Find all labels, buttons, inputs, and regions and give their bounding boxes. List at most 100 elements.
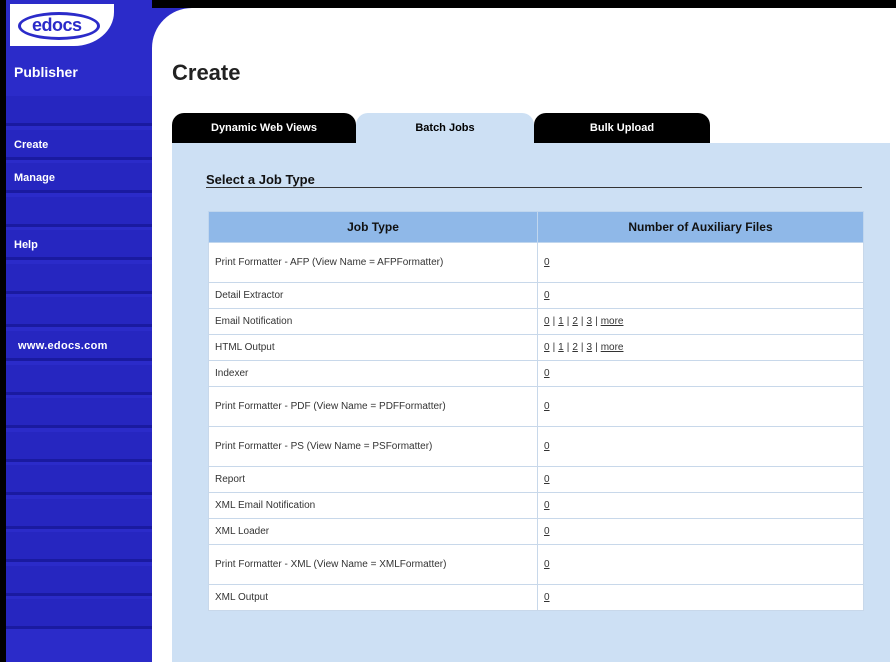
tab-dynamic-web-views[interactable]: Dynamic Web Views — [172, 113, 356, 143]
table-row: HTML Output 0 | 1 | 2 | 3 | more — [208, 334, 864, 361]
aux-files-cell: 0 | 1 | 2 | 3 | more — [537, 334, 864, 361]
table-row: Email Notification 0 | 1 | 2 | 3 | more — [208, 308, 864, 335]
column-header-job-type: Job Type — [208, 211, 538, 243]
section-title: Select a Job Type — [206, 172, 315, 187]
more-link[interactable]: more — [601, 342, 624, 353]
sidebar-spacer — [6, 532, 152, 562]
job-type-cell: XML Email Notification — [208, 492, 538, 519]
table-body: Print Formatter - AFP (View Name = AFPFo… — [208, 242, 864, 611]
table-row: Detail Extractor 0 — [208, 282, 864, 309]
sidebar-spacer — [6, 297, 152, 327]
job-type-cell: Print Formatter - XML (View Name = XMLFo… — [208, 544, 538, 585]
aux-files-link[interactable]: 1 — [558, 342, 564, 353]
job-type-cell: HTML Output — [208, 334, 538, 361]
sidebar-item-label[interactable]: Help — [14, 239, 38, 251]
sidebar-spacer — [6, 96, 152, 126]
job-type-cell: Detail Extractor — [208, 282, 538, 309]
job-type-cell: XML Output — [208, 584, 538, 611]
link-separator: | — [580, 342, 584, 353]
sidebar-item-www[interactable]: www.edocs.com — [6, 331, 152, 361]
sidebar: edocs Publisher Create Manage Help www.e… — [6, 0, 152, 662]
aux-files-link[interactable]: 0 — [544, 257, 550, 268]
sidebar-spacer — [6, 465, 152, 495]
aux-files-cell: 0 — [537, 386, 864, 427]
job-type-cell: Indexer — [208, 360, 538, 387]
aux-files-link[interactable]: 0 — [544, 290, 550, 301]
aux-files-link[interactable]: 0 — [544, 342, 550, 353]
sidebar-spacer — [6, 398, 152, 428]
aux-files-cell: 0 — [537, 584, 864, 611]
sidebar-spacer — [6, 197, 152, 227]
top-bar — [152, 0, 896, 8]
edocs-logo[interactable]: edocs — [10, 4, 114, 46]
job-type-cell: Print Formatter - AFP (View Name = AFPFo… — [208, 242, 538, 283]
link-separator: | — [595, 342, 598, 353]
table-row: Print Formatter - PDF (View Name = PDFFo… — [208, 386, 864, 427]
aux-files-cell: 0 — [537, 492, 864, 519]
sidebar-spacer — [6, 264, 152, 294]
sidebar-spacer — [6, 432, 152, 462]
aux-files-cell: 0 — [537, 466, 864, 493]
aux-files-link[interactable]: 0 — [544, 500, 550, 511]
aux-files-link[interactable]: 0 — [544, 316, 550, 327]
table-row: Indexer 0 — [208, 360, 864, 387]
sidebar-item-help[interactable]: Help — [6, 230, 152, 260]
aux-files-link[interactable]: 3 — [587, 316, 593, 327]
table-row: Print Formatter - AFP (View Name = AFPFo… — [208, 242, 864, 283]
aux-files-link[interactable]: 0 — [544, 474, 550, 485]
job-type-cell: Report — [208, 466, 538, 493]
page-title: Create — [172, 60, 241, 85]
column-header-aux-files: Number of Auxiliary Files — [537, 211, 864, 243]
sidebar-spacer — [6, 499, 152, 529]
aux-files-cell: 0 — [537, 426, 864, 467]
aux-files-link[interactable]: 2 — [572, 342, 578, 353]
website-link[interactable]: www.edocs.com — [18, 340, 108, 352]
sidebar-spacer — [6, 599, 152, 629]
job-type-cell: XML Loader — [208, 518, 538, 545]
aux-files-cell: 0 — [537, 242, 864, 283]
link-separator: | — [595, 316, 598, 327]
aux-files-link[interactable]: 2 — [572, 316, 578, 327]
aux-files-link[interactable]: 0 — [544, 368, 550, 379]
sidebar-item-manage[interactable]: Manage — [6, 163, 152, 193]
sidebar-item-label[interactable]: Manage — [14, 172, 55, 184]
aux-files-link[interactable]: 0 — [544, 559, 550, 570]
logo-area: edocs — [6, 0, 152, 54]
aux-files-cell: 0 — [537, 282, 864, 309]
aux-files-link[interactable]: 3 — [587, 342, 593, 353]
link-separator: | — [552, 342, 556, 353]
table-row: Report 0 — [208, 466, 864, 493]
tab-bulk-upload[interactable]: Bulk Upload — [534, 113, 710, 143]
job-type-cell: Email Notification — [208, 308, 538, 335]
sidebar-spacer — [6, 566, 152, 596]
aux-files-cell: 0 — [537, 544, 864, 585]
more-link[interactable]: more — [601, 316, 624, 327]
aux-files-link[interactable]: 0 — [544, 401, 550, 412]
link-separator: | — [566, 316, 570, 327]
aux-files-cell: 0 | 1 | 2 | 3 | more — [537, 308, 864, 335]
sidebar-spacer — [6, 365, 152, 395]
aux-files-cell: 0 — [537, 360, 864, 387]
table-row: XML Email Notification 0 — [208, 492, 864, 519]
job-type-cell: Print Formatter - PDF (View Name = PDFFo… — [208, 386, 538, 427]
aux-files-link[interactable]: 0 — [544, 592, 550, 603]
link-separator: | — [552, 316, 556, 327]
aux-files-cell: 0 — [537, 518, 864, 545]
tab-batch-jobs[interactable]: Batch Jobs — [356, 113, 534, 143]
sidebar-item-label[interactable]: Create — [14, 139, 48, 151]
link-separator: | — [580, 316, 584, 327]
table-row: Print Formatter - XML (View Name = XMLFo… — [208, 544, 864, 585]
aux-files-link[interactable]: 1 — [558, 316, 564, 327]
table-row: XML Output 0 — [208, 584, 864, 611]
link-separator: | — [566, 342, 570, 353]
aux-files-link[interactable]: 0 — [544, 441, 550, 452]
aux-files-link[interactable]: 0 — [544, 526, 550, 537]
job-type-cell: Print Formatter - PS (View Name = PSForm… — [208, 426, 538, 467]
brand-label: Publisher — [14, 64, 78, 80]
sidebar-item-create[interactable]: Create — [6, 130, 152, 160]
table-header-row: Job Type Number of Auxiliary Files — [208, 211, 864, 243]
table-row: XML Loader 0 — [208, 518, 864, 545]
app-window: edocs Publisher Create Manage Help www.e… — [6, 0, 896, 662]
section-divider — [206, 187, 862, 188]
logo-text: edocs — [32, 15, 82, 35]
